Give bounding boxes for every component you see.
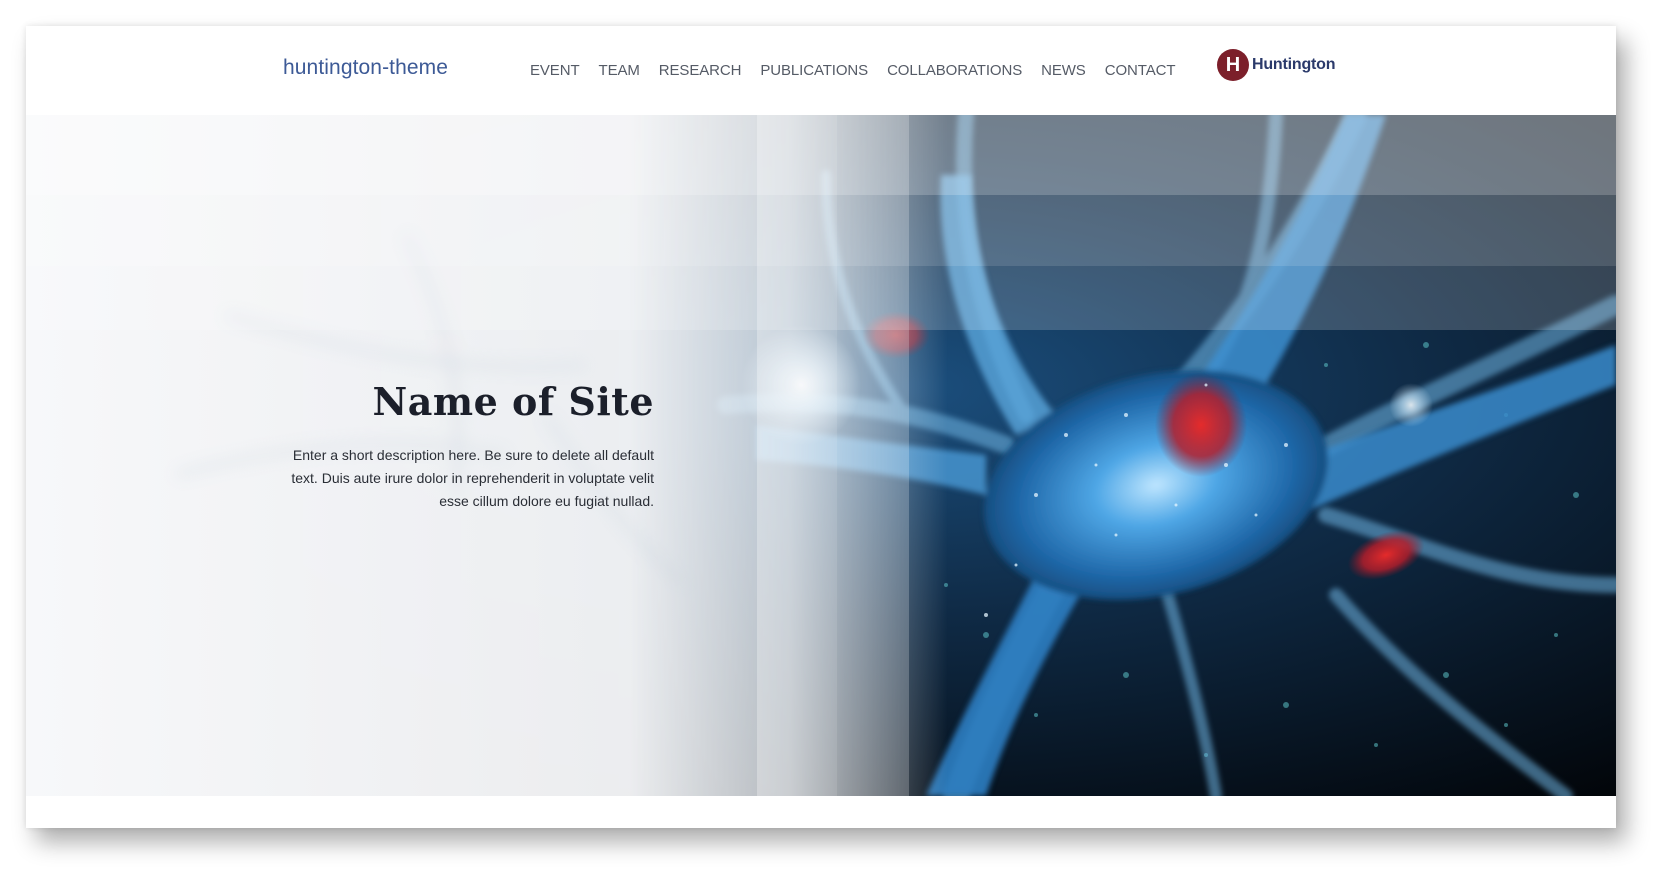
huntington-wordmark: Huntington xyxy=(1252,56,1336,73)
site-name-link[interactable]: huntington-theme xyxy=(283,56,448,80)
nav-link-collaborations[interactable]: COLLABORATIONS xyxy=(887,62,1022,79)
neuron-hero-image xyxy=(26,115,1616,796)
hero-section: Name of Site Enter a short description h… xyxy=(26,115,1616,796)
main-nav: EVENT TEAM RESEARCH PUBLICATIONS COLLABO… xyxy=(530,62,1176,79)
nav-link-publications[interactable]: PUBLICATIONS xyxy=(760,62,868,79)
hero-title: Name of Site xyxy=(372,379,654,424)
nav-link-contact[interactable]: CONTACT xyxy=(1105,62,1176,79)
page-frame: huntington-theme EVENT TEAM RESEARCH PUB… xyxy=(26,26,1616,828)
site-header: huntington-theme EVENT TEAM RESEARCH PUB… xyxy=(26,26,1616,115)
hero-description: Enter a short description here. Be sure … xyxy=(291,447,654,509)
nav-link-research[interactable]: RESEARCH xyxy=(659,62,742,79)
huntington-logo[interactable]: H Huntington xyxy=(1217,49,1336,81)
huntington-h-icon: H xyxy=(1217,49,1249,81)
nav-link-news[interactable]: NEWS xyxy=(1041,62,1086,79)
nav-link-event[interactable]: EVENT xyxy=(530,62,580,79)
nav-link-team[interactable]: TEAM xyxy=(599,62,640,79)
